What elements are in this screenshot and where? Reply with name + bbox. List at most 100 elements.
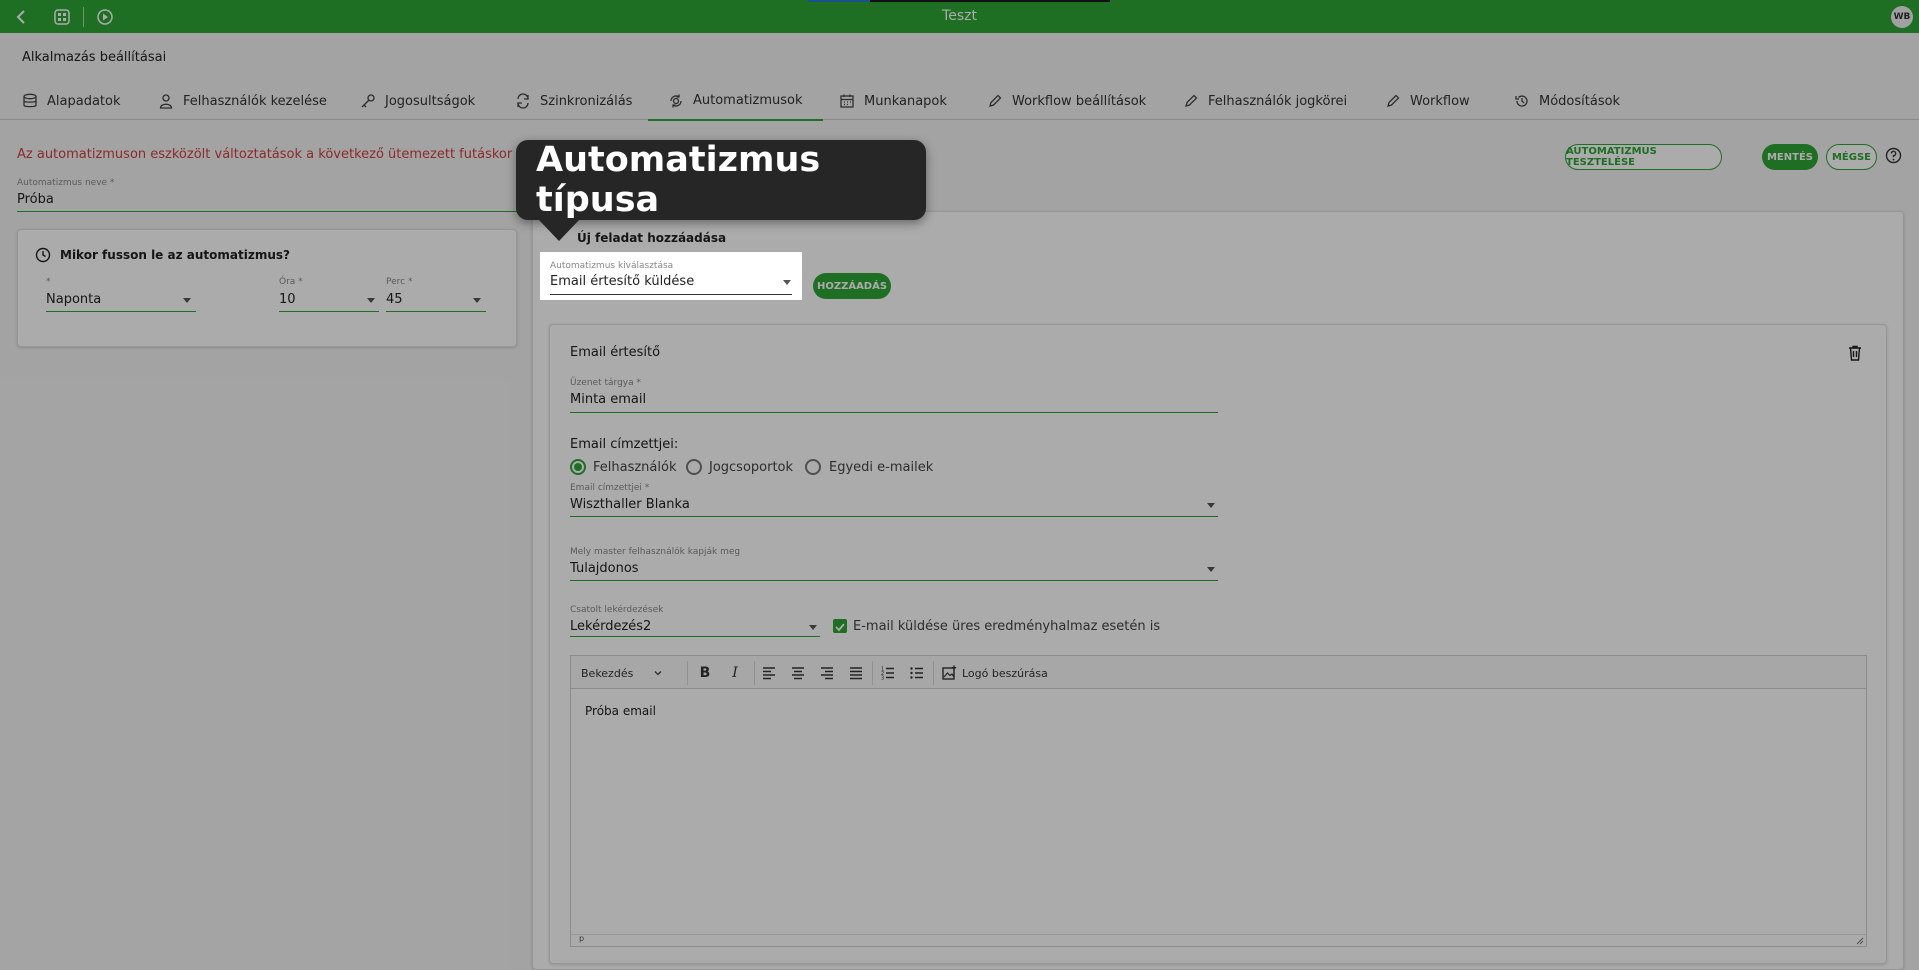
tab-label: Munkanapok (864, 93, 947, 109)
chevron-down-icon[interactable] (783, 280, 791, 285)
subject-label: Üzenet tárgya * (570, 378, 641, 388)
chevron-down-icon[interactable] (1207, 503, 1215, 508)
recipients-label: Email címzettjei * (570, 483, 650, 493)
tab-felhasznalok-jogkorei[interactable]: Felhasználók jogkörei (1183, 82, 1347, 120)
trash-icon[interactable] (1848, 345, 1862, 361)
tab-modositasok[interactable]: Módosítások (1514, 82, 1620, 120)
editor-statusbar: p (571, 934, 1866, 946)
schedule-card (17, 229, 517, 347)
progress-indicator (808, 0, 870, 2)
automation-type-underline (550, 294, 792, 295)
tab-munkanapok[interactable]: Munkanapok (839, 82, 947, 120)
resize-handle-icon[interactable] (1855, 936, 1864, 945)
toolbar-divider (687, 661, 688, 685)
tab-label: Workflow (1410, 93, 1470, 109)
chevron-down-icon[interactable] (809, 625, 817, 630)
radio-groups[interactable] (686, 459, 702, 475)
recipients-underline (570, 516, 1218, 517)
frequency-label: * (46, 277, 51, 287)
align-left-icon[interactable] (761, 664, 777, 682)
automation-type-value: Email értesítő küldése (550, 274, 695, 289)
frequency-select[interactable]: Naponta (46, 292, 101, 307)
tab-bar: Alapadatok Felhasználók kezelése Jogosul… (0, 82, 1919, 121)
minute-select[interactable]: 45 (386, 292, 403, 307)
schedule-title: Mikor fusson le az automatizmus? (60, 248, 290, 262)
toolbar-divider (754, 661, 755, 685)
recipients-select[interactable]: Wiszthaller Blanka (570, 497, 690, 512)
align-justify-icon[interactable] (848, 664, 864, 682)
minute-underline (386, 311, 486, 312)
insert-logo-label: Logó beszúrása (962, 666, 1048, 680)
subject-input[interactable]: Minta email (570, 392, 646, 407)
numbered-list-icon[interactable]: 123 (880, 664, 896, 682)
chevron-down-icon[interactable] (473, 298, 481, 303)
progress-track (870, 0, 1110, 2)
tab-automatizmusok[interactable]: Automatizmusok (648, 82, 823, 121)
save-button[interactable]: MENTÉS (1762, 144, 1818, 170)
database-icon (23, 93, 37, 108)
tab-jogosultsagok[interactable]: Jogosultságok (360, 82, 475, 120)
hour-select[interactable]: 10 (279, 292, 296, 307)
query-label: Csatolt lekérdezések (570, 605, 664, 615)
automation-type-select[interactable]: Automatizmus kiválasztása Email értesítő… (540, 252, 802, 300)
add-task-button[interactable]: HOZZÁADÁS (813, 273, 891, 299)
tab-label: Módosítások (1539, 93, 1621, 109)
radio-custom-emails[interactable] (805, 459, 821, 475)
editor-content[interactable]: Próba email (585, 704, 656, 718)
query-select[interactable]: Lekérdezés2 (570, 619, 651, 634)
tour-tooltip: Automatizmus típusa (516, 140, 926, 220)
tab-label: Jogosultságok (385, 93, 476, 109)
tab-label: Felhasználók kezelése (183, 93, 327, 109)
key-icon (361, 94, 375, 108)
toolbar-divider (933, 661, 934, 685)
radio-users[interactable] (570, 459, 586, 475)
warning-message: Az automatizmuson eszközölt változtatáso… (17, 147, 560, 162)
paragraph-style-select[interactable]: Bekezdés (581, 664, 676, 682)
pencil-icon (1185, 94, 1198, 107)
cancel-button[interactable]: MÉGSE (1826, 144, 1877, 170)
master-select[interactable]: Tulajdonos (570, 561, 639, 576)
hour-label: Óra * (279, 277, 303, 287)
master-underline (570, 580, 1218, 581)
chevron-down-icon[interactable] (183, 298, 191, 303)
email-card-title: Email értesítő (570, 345, 661, 360)
page-title: Alkalmazás beállításai (22, 50, 167, 65)
radio-users-label: Felhasználók (593, 460, 677, 475)
image-insert-icon (942, 665, 957, 680)
tab-szinkronizalas[interactable]: Szinkronizálás (515, 82, 632, 120)
frequency-underline (46, 311, 196, 312)
empty-send-checkbox[interactable] (833, 619, 847, 633)
tab-alapadatok[interactable]: Alapadatok (22, 82, 121, 120)
tour-tooltip-pointer (538, 219, 580, 241)
tab-label: Workflow beállítások (1012, 93, 1147, 109)
chevron-down-icon[interactable] (367, 298, 375, 303)
tab-label: Szinkronizálás (540, 93, 633, 109)
tab-workflow-beallitasok[interactable]: Workflow beállítások (987, 82, 1146, 120)
align-center-icon[interactable] (790, 664, 806, 682)
user-icon (159, 94, 173, 109)
tab-felhasznalok-kezelese[interactable]: Felhasználók kezelése (158, 82, 327, 120)
tab-label: Automatizmusok (693, 93, 803, 108)
automation-name-input[interactable]: Próba (17, 192, 54, 207)
tab-label: Felhasználók jogkörei (1208, 93, 1348, 109)
new-task-title: Új feladat hozzáadása (577, 231, 727, 245)
automation-icon (670, 94, 682, 107)
empty-send-label: E-mail küldése üres eredményhalmaz eseté… (853, 619, 1161, 634)
editor-toolbar: Bekezdés B I 123 Logó beszúrása (571, 656, 1866, 689)
bold-button[interactable]: B (695, 664, 715, 682)
chevron-down-icon[interactable] (1207, 567, 1215, 572)
help-icon[interactable] (1885, 147, 1902, 164)
test-automation-button[interactable]: AUTOMATIZMUS TESZTELÉSE (1565, 144, 1722, 170)
italic-button[interactable]: I (725, 664, 745, 682)
avatar[interactable]: WB (1891, 6, 1913, 28)
align-right-icon[interactable] (819, 664, 835, 682)
automation-type-label: Automatizmus kiválasztása (550, 261, 674, 271)
bullet-list-icon[interactable] (909, 664, 925, 682)
history-icon (1515, 95, 1528, 107)
insert-logo-button[interactable]: Logó beszúrása (941, 664, 1051, 682)
radio-groups-label: Jogcsoportok (709, 460, 794, 475)
tab-workflow[interactable]: Workflow (1385, 82, 1470, 120)
pencil-icon (989, 94, 1002, 107)
top-bar: Teszt WB (0, 0, 1919, 33)
paragraph-style-label: Bekezdés (581, 666, 634, 680)
